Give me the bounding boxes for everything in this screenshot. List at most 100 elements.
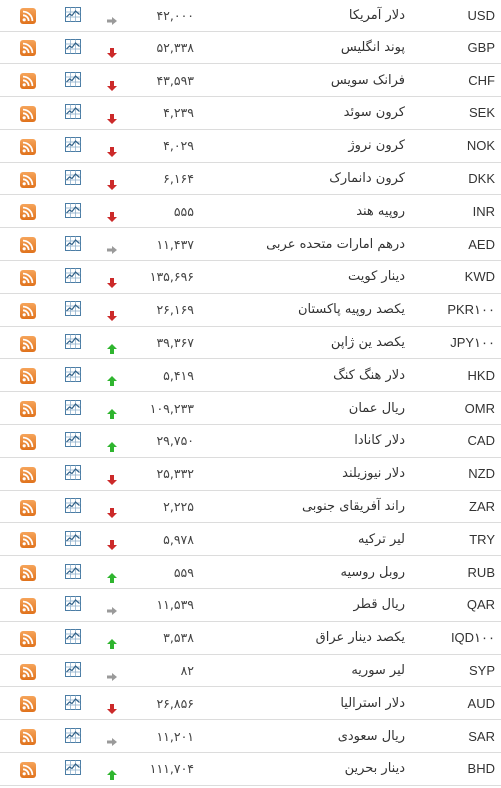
line-chart-icon[interactable] (65, 334, 81, 350)
currency-row: ۲۵,۳۳۲ دلار نیوزیلند NZD (0, 457, 501, 491)
currency-name: کرون سوئد (343, 105, 405, 121)
line-chart-icon[interactable] (65, 301, 81, 317)
line-chart-icon[interactable] (65, 530, 81, 546)
chart-cell (60, 228, 104, 261)
currency-name: دلار نیوزیلند (342, 466, 405, 482)
currency-row: ۱۱,۵۳۹ ریال قطر QAR (0, 589, 501, 622)
line-chart-icon[interactable] (65, 662, 81, 678)
currency-name: دلار کانادا (354, 433, 405, 449)
rss-feed-icon[interactable] (19, 729, 36, 746)
rss-feed-icon[interactable] (19, 269, 36, 286)
currency-row: ۳۹,۳۶۷ یکصد ین ژاپن JPY۱۰۰ (0, 326, 501, 359)
currency-row: ۱۱,۴۳۷ درهم امارات متحده عربی AED (0, 228, 501, 261)
line-chart-icon[interactable] (65, 202, 81, 218)
line-chart-icon[interactable] (65, 563, 81, 579)
trend-cell (104, 0, 144, 31)
rss-feed-icon[interactable] (19, 105, 36, 122)
arrow-down-icon (107, 306, 117, 321)
rss-cell (0, 425, 60, 458)
rss-feed-icon[interactable] (19, 433, 36, 450)
line-chart-icon[interactable] (65, 629, 81, 645)
chart-cell (60, 195, 104, 228)
line-chart-icon[interactable] (65, 268, 81, 284)
line-chart-icon[interactable] (65, 432, 81, 448)
price-value: ۲۶,۱۶۹ (156, 302, 194, 318)
line-chart-icon[interactable] (65, 694, 81, 710)
rss-feed-icon[interactable] (19, 401, 36, 418)
line-chart-icon[interactable] (65, 760, 81, 776)
rss-feed-icon[interactable] (19, 237, 36, 254)
rss-feed-icon[interactable] (19, 204, 36, 221)
rss-feed-icon[interactable] (19, 597, 36, 614)
trend-cell (104, 654, 144, 687)
rss-cell (0, 621, 60, 654)
currency-code: HKD (467, 367, 495, 383)
chart-cell (60, 293, 104, 326)
chart-cell (60, 753, 104, 786)
rss-feed-icon[interactable] (19, 335, 36, 352)
line-chart-icon[interactable] (65, 6, 81, 22)
currency-name: ریال عمان (348, 400, 405, 416)
currency-code: CAD (467, 433, 495, 449)
currency-code: KWD (464, 269, 495, 285)
line-chart-icon[interactable] (65, 170, 81, 186)
rss-feed-icon[interactable] (19, 499, 36, 516)
currency-code: RUB (467, 564, 495, 580)
rss-feed-icon[interactable] (19, 368, 36, 385)
line-chart-icon[interactable] (65, 38, 81, 54)
price-value: ۲۵,۳۳۲ (156, 466, 194, 482)
line-chart-icon[interactable] (65, 104, 81, 120)
rss-cell (0, 129, 60, 162)
rss-feed-icon[interactable] (19, 630, 36, 647)
rss-feed-icon[interactable] (19, 138, 36, 155)
currency-code: OMR (464, 400, 495, 416)
currency-rates-table: ۴۲,۰۰۰ دلار آمریکا USD ۵۲,۳۳۸ پوند انگلی… (0, 0, 501, 786)
rss-feed-icon[interactable] (19, 761, 36, 778)
rss-feed-icon[interactable] (19, 302, 36, 319)
rss-feed-icon[interactable] (19, 532, 36, 549)
line-chart-icon[interactable] (65, 71, 81, 87)
arrow-up-icon (107, 634, 117, 649)
currency-row: ۴۲,۰۰۰ دلار آمریکا USD (0, 0, 501, 31)
price-value: ۴۲,۰۰۰ (156, 7, 194, 23)
line-chart-icon[interactable] (65, 727, 81, 743)
rss-feed-icon[interactable] (19, 696, 36, 713)
line-chart-icon[interactable] (65, 596, 81, 612)
currency-row: ۵,۴۱۹ دلار هنگ کنگ HKD (0, 359, 501, 392)
line-chart-icon[interactable] (65, 498, 81, 514)
chart-cell (60, 162, 104, 195)
rss-feed-icon[interactable] (19, 171, 36, 188)
line-chart-icon[interactable] (65, 366, 81, 382)
currency-code: USD (467, 7, 495, 23)
arrow-down-icon (107, 470, 117, 485)
currency-row: ۱۳۵,۶۹۶ دینار کویت KWD (0, 261, 501, 294)
currency-name: یکصد دینار عراق (315, 630, 405, 646)
currency-code: IQD۱۰۰ (450, 629, 495, 645)
line-chart-icon[interactable] (65, 465, 81, 481)
trend-cell (104, 261, 144, 294)
currency-row: ۲,۲۲۵ راند آفریقای جنوبی ZAR (0, 490, 501, 523)
trend-cell (104, 392, 144, 425)
arrow-down-icon (107, 503, 117, 518)
arrow-right-icon (107, 601, 117, 615)
arrow-up-icon (107, 765, 117, 780)
rss-feed-icon[interactable] (19, 663, 36, 680)
line-chart-icon[interactable] (65, 137, 81, 153)
rss-cell (0, 162, 60, 195)
arrow-right-icon (107, 11, 117, 26)
currency-name: دلار هنگ کنگ (333, 367, 405, 383)
rss-cell (0, 753, 60, 786)
chart-cell (60, 425, 104, 458)
rss-feed-icon[interactable] (19, 466, 36, 483)
rss-feed-icon[interactable] (19, 40, 36, 57)
rss-feed-icon[interactable] (19, 73, 36, 90)
price-value: ۴۳,۵۹۳ (156, 72, 194, 88)
price-value: ۱۱,۲۰۱ (156, 728, 194, 744)
line-chart-icon[interactable] (65, 399, 81, 415)
arrow-up-icon (107, 371, 117, 387)
line-chart-icon[interactable] (65, 235, 81, 251)
currency-row: ۱۱۱,۷۰۴ دینار بحرین BHD (0, 753, 501, 786)
rss-feed-icon[interactable] (19, 565, 36, 582)
rss-feed-icon[interactable] (19, 8, 36, 25)
trend-cell (104, 425, 144, 458)
